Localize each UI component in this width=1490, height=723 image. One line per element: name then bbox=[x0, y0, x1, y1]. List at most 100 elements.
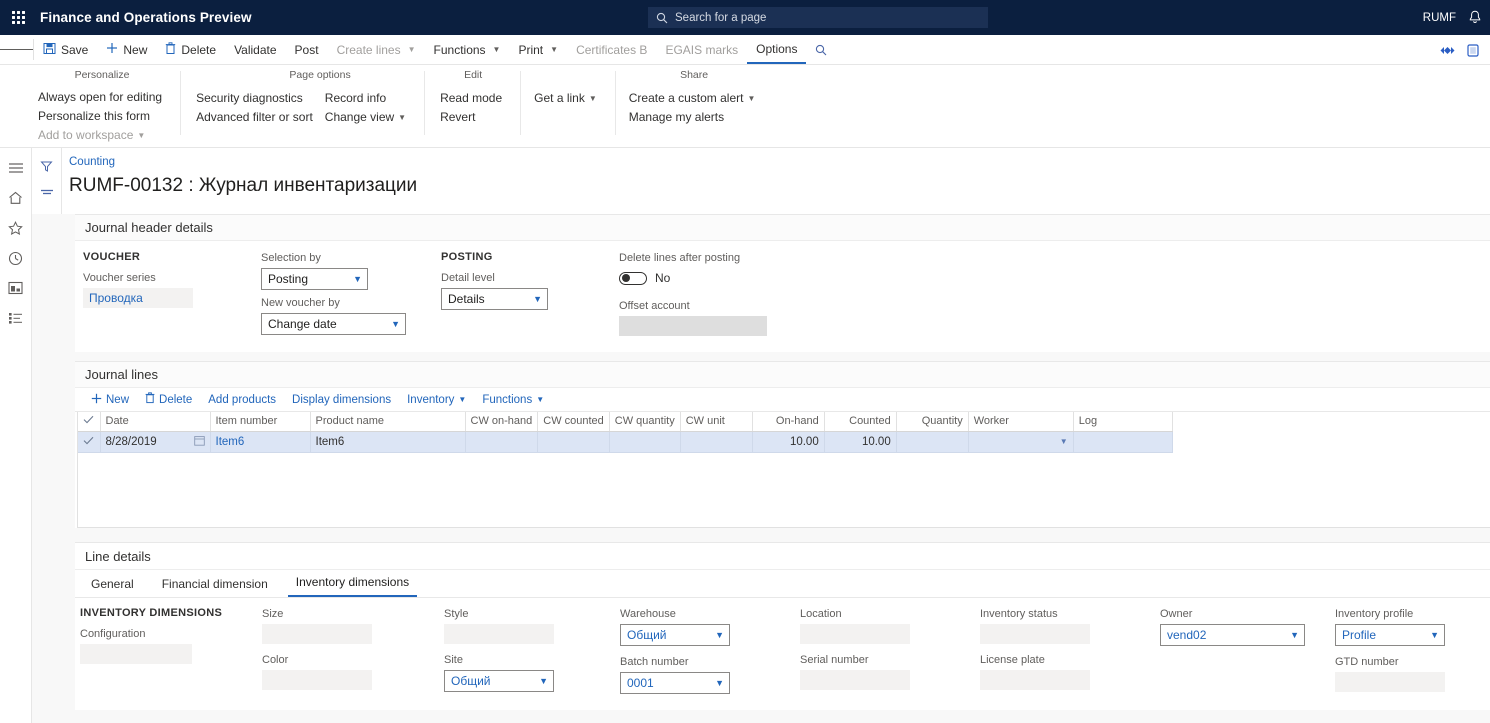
options-tab[interactable]: Options bbox=[747, 35, 807, 64]
modules-list-icon[interactable] bbox=[2, 303, 30, 333]
global-search-input[interactable]: Search for a page bbox=[648, 7, 988, 28]
command-search-icon[interactable] bbox=[806, 35, 836, 64]
cell-log[interactable] bbox=[1073, 431, 1173, 453]
table-row[interactable]: 8/28/2019 Item6 Item6 10.00 10.00 ▼ bbox=[78, 431, 1173, 453]
post-button[interactable]: Post bbox=[286, 35, 328, 64]
column-header-cw-counted[interactable]: CW counted bbox=[537, 412, 610, 432]
company-id[interactable]: RUMF bbox=[1423, 12, 1456, 24]
cell-cw-on-hand[interactable] bbox=[465, 431, 539, 453]
delete-lines-toggle[interactable] bbox=[619, 271, 647, 285]
cell-item-number[interactable]: Item6 bbox=[210, 431, 311, 453]
color-value[interactable] bbox=[262, 670, 372, 690]
column-header-date[interactable]: Date bbox=[100, 412, 211, 432]
print-menu[interactable]: Print ▼ bbox=[509, 35, 567, 64]
change-view-item[interactable]: Change view ▼ bbox=[325, 108, 410, 127]
selection-by-select[interactable]: Posting ▼ bbox=[261, 268, 368, 290]
grid-delete-button[interactable]: Delete bbox=[137, 392, 200, 407]
chevron-down-icon[interactable]: ▼ bbox=[1060, 437, 1068, 446]
style-value[interactable] bbox=[444, 624, 554, 644]
certificates-b-button[interactable]: Certificates B bbox=[567, 35, 656, 64]
site-select[interactable]: Общий ▼ bbox=[444, 670, 554, 692]
always-open-for-editing-item[interactable]: Always open for editing bbox=[38, 88, 166, 107]
grid-functions-menu[interactable]: Functions ▼ bbox=[474, 394, 552, 406]
personalize-this-form-item[interactable]: Personalize this form bbox=[38, 107, 166, 126]
batch-number-select[interactable]: 0001 ▼ bbox=[620, 672, 730, 694]
cell-quantity[interactable] bbox=[896, 431, 969, 453]
record-info-item[interactable]: Record info bbox=[325, 89, 410, 108]
column-header-cw-unit[interactable]: CW unit bbox=[680, 412, 753, 432]
hamburger-menu-icon[interactable] bbox=[2, 153, 30, 183]
functions-menu[interactable]: Functions ▼ bbox=[425, 35, 510, 64]
security-diagnostics-item[interactable]: Security diagnostics bbox=[196, 89, 317, 108]
cell-on-hand[interactable]: 10.00 bbox=[752, 431, 825, 453]
display-dimensions-button[interactable]: Display dimensions bbox=[284, 394, 399, 406]
column-header-log[interactable]: Log bbox=[1073, 412, 1173, 432]
inventory-status-value[interactable] bbox=[980, 624, 1090, 644]
serial-number-value[interactable] bbox=[800, 670, 910, 690]
inventory-menu[interactable]: Inventory ▼ bbox=[399, 394, 474, 406]
cell-cw-counted[interactable] bbox=[537, 431, 610, 453]
column-header-cw-on-hand[interactable]: CW on-hand bbox=[465, 412, 539, 432]
cell-product-name[interactable]: Item6 bbox=[310, 431, 466, 453]
create-lines-menu[interactable]: Create lines ▼ bbox=[328, 35, 425, 64]
column-header-worker[interactable]: Worker bbox=[968, 412, 1074, 432]
app-launcher-icon[interactable] bbox=[0, 0, 36, 35]
journal-header-card-title[interactable]: Journal header details bbox=[75, 215, 1490, 241]
size-value[interactable] bbox=[262, 624, 372, 644]
cell-worker[interactable]: ▼ bbox=[968, 431, 1074, 453]
read-mode-item[interactable]: Read mode bbox=[440, 89, 506, 108]
gtd-number-value[interactable] bbox=[1335, 672, 1445, 692]
revert-item[interactable]: Revert bbox=[440, 108, 506, 127]
manage-my-alerts-item[interactable]: Manage my alerts bbox=[629, 108, 760, 127]
owner-select[interactable]: vend02 ▼ bbox=[1160, 624, 1305, 646]
cell-date[interactable]: 8/28/2019 bbox=[100, 431, 211, 453]
column-header-item-number[interactable]: Item number bbox=[210, 412, 311, 432]
notification-bell-icon[interactable] bbox=[1468, 10, 1482, 25]
get-a-link-item[interactable]: Get a link ▼ bbox=[534, 89, 601, 108]
tab-financial-dimension[interactable]: Financial dimension bbox=[154, 577, 276, 597]
configuration-value[interactable] bbox=[80, 644, 192, 664]
breadcrumb[interactable]: Counting bbox=[69, 154, 1490, 170]
create-a-custom-alert-item[interactable]: Create a custom alert ▼ bbox=[629, 89, 760, 108]
new-button[interactable]: New bbox=[97, 35, 156, 64]
grid-new-button[interactable]: New bbox=[83, 393, 137, 407]
voucher-series-value[interactable]: Проводка bbox=[83, 288, 193, 308]
cell-cw-unit[interactable] bbox=[680, 431, 753, 453]
workspaces-icon[interactable] bbox=[2, 273, 30, 303]
column-header-counted[interactable]: Counted bbox=[824, 412, 897, 432]
new-voucher-by-select[interactable]: Change date ▼ bbox=[261, 313, 406, 335]
inventory-profile-select[interactable]: Profile ▼ bbox=[1335, 624, 1445, 646]
add-products-button[interactable]: Add products bbox=[200, 394, 284, 406]
column-header-quantity[interactable]: Quantity bbox=[896, 412, 969, 432]
column-header-product-name[interactable]: Product name bbox=[310, 412, 466, 432]
home-icon[interactable] bbox=[2, 183, 30, 213]
attach-icon[interactable] bbox=[1440, 45, 1455, 56]
row-select-checkbox[interactable] bbox=[78, 431, 101, 453]
filter-funnel-icon[interactable] bbox=[34, 153, 60, 179]
egais-marks-button[interactable]: EGAIS marks bbox=[656, 35, 747, 64]
column-header-cw-quantity[interactable]: CW quantity bbox=[609, 412, 681, 432]
favorites-star-icon[interactable] bbox=[2, 213, 30, 243]
delete-button[interactable]: Delete bbox=[156, 35, 225, 64]
column-header-on-hand[interactable]: On-hand bbox=[752, 412, 825, 432]
detail-level-select[interactable]: Details ▼ bbox=[441, 288, 548, 310]
license-plate-value[interactable] bbox=[980, 670, 1090, 690]
recent-clock-icon[interactable] bbox=[2, 243, 30, 273]
warehouse-select[interactable]: Общий ▼ bbox=[620, 624, 730, 646]
cell-cw-quantity[interactable] bbox=[609, 431, 681, 453]
add-to-workspace-item[interactable]: Add to workspace ▼ bbox=[38, 126, 166, 145]
calendar-icon[interactable] bbox=[193, 435, 205, 449]
save-button[interactable]: Save bbox=[34, 35, 97, 64]
cell-counted[interactable]: 10.00 bbox=[824, 431, 897, 453]
show-filters-icon[interactable] bbox=[34, 179, 60, 205]
advanced-filter-or-sort-item[interactable]: Advanced filter or sort bbox=[196, 108, 317, 127]
select-all-checkbox-header[interactable] bbox=[78, 412, 101, 432]
journal-lines-card-title[interactable]: Journal lines bbox=[75, 362, 1490, 388]
validate-button[interactable]: Validate bbox=[225, 35, 285, 64]
location-value[interactable] bbox=[800, 624, 910, 644]
hamburger-menu-icon[interactable] bbox=[0, 35, 33, 64]
tab-inventory-dimensions[interactable]: Inventory dimensions bbox=[287, 575, 418, 597]
line-details-card-title[interactable]: Line details bbox=[75, 543, 1490, 570]
offset-account-value[interactable] bbox=[619, 316, 767, 336]
tab-general[interactable]: General bbox=[83, 577, 142, 597]
